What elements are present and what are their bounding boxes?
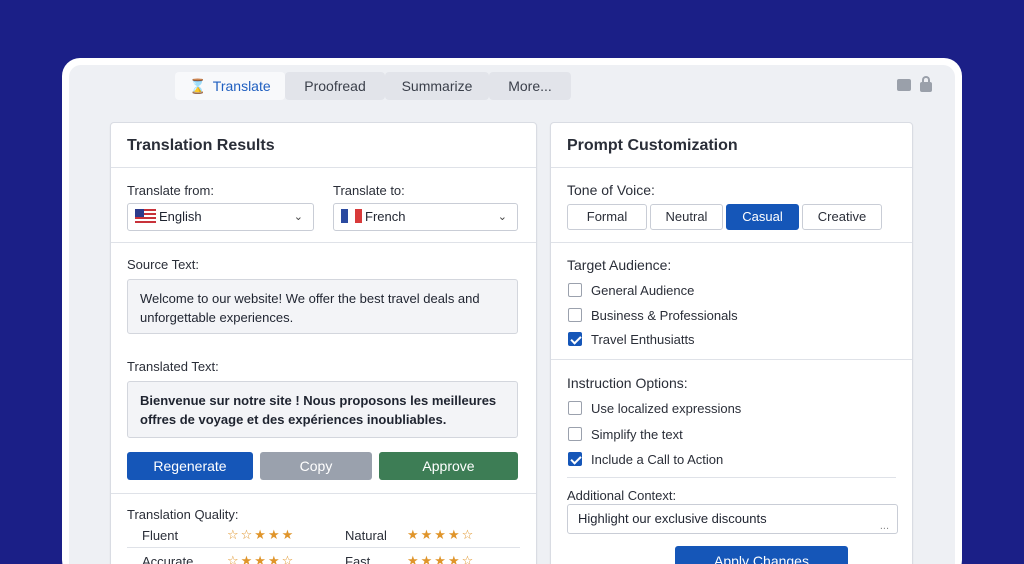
app-window: ⌛ Translate Proofread Summarize More... T…	[69, 65, 955, 564]
prompt-customization-panel: Prompt Customization Tone of Voice: Form…	[550, 122, 913, 564]
divider	[567, 477, 896, 478]
star-rating: ☆★★★☆	[227, 553, 296, 564]
tone-casual-button[interactable]: Casual	[726, 204, 799, 230]
tone-formal-button[interactable]: Formal	[567, 204, 647, 230]
chat-icon[interactable]	[897, 79, 911, 91]
quality-name: Fast	[345, 554, 371, 564]
checkbox-label: Travel Enthusiatts	[591, 332, 695, 347]
chevron-down-icon: ⌄	[497, 211, 507, 223]
translation-results-panel: Translation Results Translate from: Engl…	[110, 122, 537, 564]
tab-translate[interactable]: ⌛ Translate	[175, 72, 285, 100]
checkbox-label: Business & Professionals	[591, 308, 738, 323]
approve-button[interactable]: Approve	[379, 452, 518, 480]
source-label: Source Text:	[127, 257, 200, 272]
to-value: French	[365, 209, 406, 224]
source-textbox[interactable]: Welcome to our website! We offer the bes…	[127, 279, 518, 334]
panel-title: Prompt Customization	[567, 137, 738, 154]
tab-bar: ⌛ Translate Proofread Summarize More...	[69, 65, 955, 103]
regenerate-button[interactable]: Regenerate	[127, 452, 253, 480]
translated-label: Translated Text:	[127, 359, 219, 374]
audience-travel-checkbox[interactable]	[568, 332, 582, 346]
tone-neutral-button[interactable]: Neutral	[650, 204, 723, 230]
call-to-action-checkbox[interactable]	[568, 452, 582, 466]
divider	[111, 167, 536, 168]
fr-flag-icon	[341, 209, 362, 223]
apply-changes-button[interactable]: Apply Changes	[675, 546, 848, 564]
divider	[127, 547, 520, 548]
lock-icon[interactable]	[920, 76, 932, 92]
checkbox-label: Include a Call to Action	[591, 452, 724, 467]
tab-more[interactable]: More...	[489, 72, 571, 100]
tab-label: Translate	[212, 78, 271, 94]
us-flag-icon	[135, 209, 156, 223]
context-value: Highlight our exclusive discounts	[578, 511, 767, 526]
audience-label: Target Audience:	[567, 257, 672, 273]
translate-icon: ⌛	[189, 78, 207, 94]
copy-button[interactable]: Copy	[260, 452, 372, 480]
translated-textbox[interactable]: Bienvenue sur notre site ! Nous proposon…	[127, 381, 518, 438]
tone-label: Tone of Voice:	[567, 182, 655, 198]
tab-summarize[interactable]: Summarize	[385, 72, 489, 100]
from-select[interactable]: English ⌄	[127, 203, 314, 231]
star-rating: ★★★★☆	[407, 553, 476, 564]
resize-handle-icon[interactable]: ...	[880, 519, 889, 533]
from-value: English	[159, 209, 202, 224]
divider	[551, 167, 912, 168]
divider	[551, 242, 912, 243]
chevron-down-icon: ⌄	[293, 211, 303, 223]
to-select[interactable]: French ⌄	[333, 203, 518, 231]
audience-general-checkbox[interactable]	[568, 283, 582, 297]
panel-title: Translation Results	[127, 137, 275, 154]
localized-expressions-checkbox[interactable]	[568, 401, 582, 415]
to-label: Translate to:	[333, 183, 405, 198]
context-label: Additional Context:	[567, 488, 677, 503]
additional-context-input[interactable]: Highlight our exclusive discounts ...	[567, 504, 898, 534]
quality-label: Translation Quality:	[127, 507, 239, 522]
instruction-label: Instruction Options:	[567, 375, 688, 391]
quality-name: Natural	[345, 528, 387, 543]
tone-creative-button[interactable]: Creative	[802, 204, 882, 230]
star-rating: ☆☆★★★	[227, 527, 296, 542]
quality-name: Accurate	[142, 554, 194, 564]
star-rating: ★★★★☆	[407, 527, 476, 542]
audience-business-checkbox[interactable]	[568, 308, 582, 322]
quality-name: Fluent	[142, 528, 179, 543]
checkbox-label: Use localized expressions	[591, 401, 742, 416]
checkbox-label: Simplify the text	[591, 427, 683, 442]
checkbox-label: General Audience	[591, 283, 695, 298]
app-frame: ⌛ Translate Proofread Summarize More... T…	[62, 58, 962, 564]
tab-proofread[interactable]: Proofread	[285, 72, 385, 100]
divider	[111, 242, 536, 243]
divider	[551, 359, 912, 360]
from-label: Translate from:	[127, 183, 214, 198]
simplify-text-checkbox[interactable]	[568, 427, 582, 441]
divider	[111, 493, 536, 494]
